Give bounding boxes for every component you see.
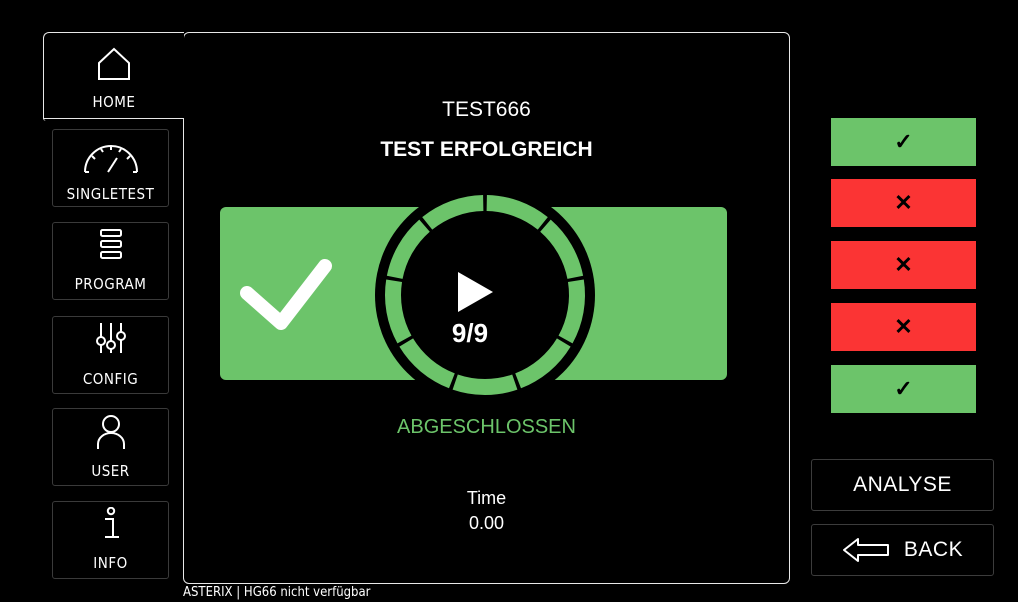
sliders-icon xyxy=(95,323,126,353)
check-icon: ✓ xyxy=(894,376,913,401)
home-icon xyxy=(98,47,130,80)
nav-user-label: USER xyxy=(91,462,130,480)
info-icon xyxy=(104,507,119,538)
result-item-4: ✕ xyxy=(831,303,976,351)
nav-config[interactable]: CONFIG xyxy=(52,316,169,394)
nav-user[interactable]: USER xyxy=(52,408,169,486)
nav-home-label: HOME xyxy=(92,93,136,111)
nav-info-label: INFO xyxy=(93,554,128,572)
result-item-2: ✕ xyxy=(831,179,976,227)
list-icon xyxy=(99,229,122,259)
result-item-5: ✓ xyxy=(831,365,976,413)
result-title: TEST ERFOLGREICH xyxy=(380,138,593,161)
status-text: ABGESCHLOSSEN xyxy=(397,416,576,438)
nav-home[interactable]: HOME xyxy=(43,32,184,119)
time-label: Time xyxy=(466,488,507,508)
analyse-label: ANALYSE xyxy=(853,473,952,496)
progress-count: 9/9 xyxy=(451,318,489,348)
result-banner xyxy=(220,185,727,405)
analyse-button[interactable]: ANALYSE xyxy=(811,459,994,511)
nav-program[interactable]: PROGRAM xyxy=(52,222,169,300)
gauge-icon xyxy=(83,145,138,173)
nav-singletest[interactable]: SINGLETEST xyxy=(52,129,169,207)
result-item-3: ✕ xyxy=(831,241,976,289)
cross-icon: ✕ xyxy=(894,190,913,215)
result-item-1: ✓ xyxy=(831,118,976,166)
program-name: TEST666 xyxy=(442,98,531,121)
nav-config-label: CONFIG xyxy=(82,370,139,388)
nav-singletest-label: SINGLETEST xyxy=(66,185,155,203)
time-value: 0.00 xyxy=(468,513,505,533)
back-button[interactable]: BACK xyxy=(811,524,994,576)
arrow-left-icon xyxy=(842,538,889,562)
footer-status: ASTERIX | HG66 nicht verfügbar xyxy=(183,585,371,600)
check-icon: ✓ xyxy=(894,129,913,154)
back-label: BACK xyxy=(903,538,964,561)
cross-icon: ✕ xyxy=(894,314,913,339)
nav-program-label: PROGRAM xyxy=(74,275,147,293)
user-icon xyxy=(96,415,125,449)
home-tab-edge xyxy=(43,118,184,121)
nav-info[interactable]: INFO xyxy=(52,501,169,579)
cross-icon: ✕ xyxy=(894,252,913,277)
